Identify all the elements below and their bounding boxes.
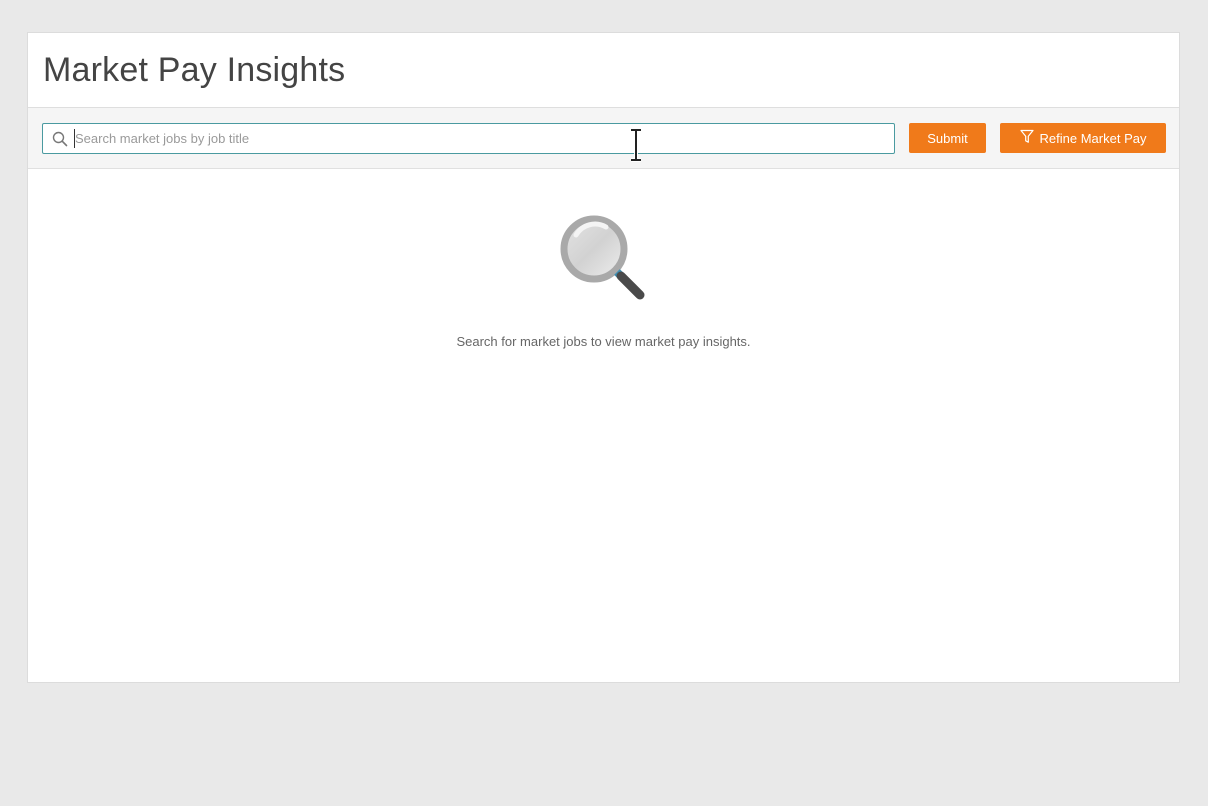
- search-toolbar: Submit Refine Market Pay: [28, 108, 1179, 169]
- page-title: Market Pay Insights: [43, 50, 346, 89]
- search-icon: [43, 124, 73, 153]
- refine-market-pay-button[interactable]: Refine Market Pay: [1000, 123, 1166, 153]
- page-header: Market Pay Insights: [28, 33, 1179, 108]
- refine-button-label: Refine Market Pay: [1039, 130, 1147, 146]
- search-box[interactable]: [42, 123, 895, 154]
- empty-state-message: Search for market jobs to view market pa…: [456, 334, 751, 349]
- market-pay-card: Market Pay Insights Submit Refine Market…: [27, 32, 1180, 683]
- text-caret: [74, 129, 75, 148]
- submit-button-label: Submit: [927, 130, 968, 146]
- mouse-ibeam-cursor: [631, 128, 641, 162]
- search-input[interactable]: [73, 125, 894, 152]
- empty-state: Search for market jobs to view market pa…: [28, 169, 1179, 681]
- filter-icon: [1019, 129, 1034, 147]
- magnifier-icon: [558, 213, 650, 305]
- submit-button[interactable]: Submit: [909, 123, 986, 153]
